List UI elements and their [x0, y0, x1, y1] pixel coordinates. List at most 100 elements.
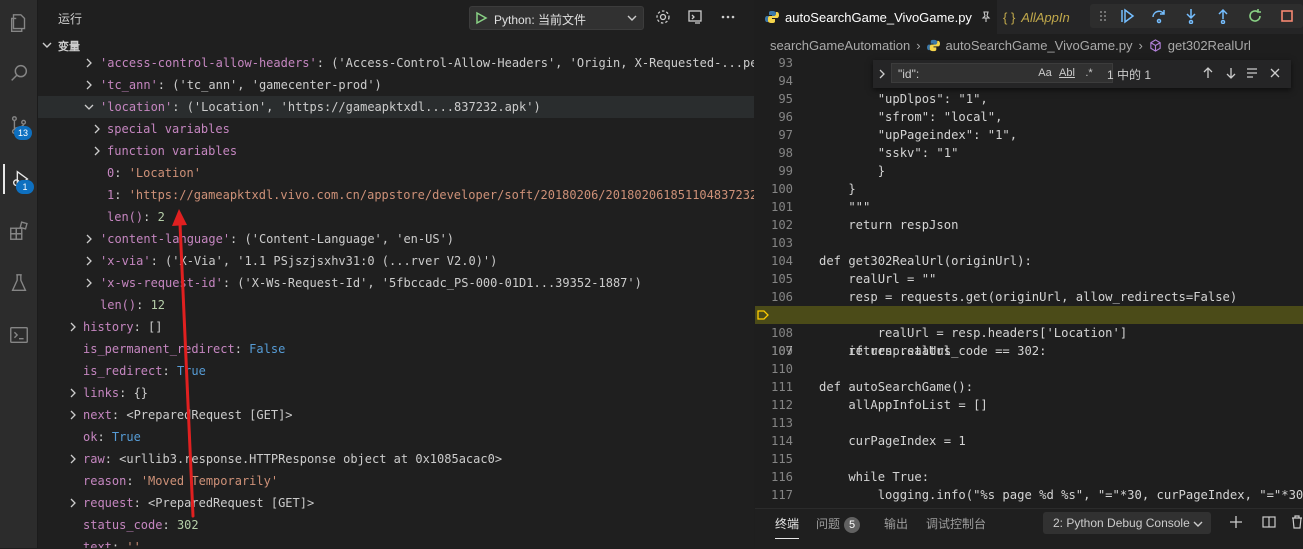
- variable-row[interactable]: 1: 'https://gameapktxdl.vivo.com.cn/apps…: [38, 184, 754, 206]
- extensions-icon[interactable]: [3, 216, 34, 246]
- close-icon[interactable]: [1269, 67, 1281, 79]
- variable-row[interactable]: request: <PreparedRequest [GET]>: [38, 492, 754, 514]
- start-debugging-icon[interactable]: [474, 11, 488, 25]
- tab-problems[interactable]: 问题 5: [816, 515, 861, 533]
- variable-row[interactable]: special variables: [38, 118, 754, 140]
- find-in-selection-icon[interactable]: [1245, 66, 1259, 80]
- tab-active-label: autoSearchGame_VivoGame.py: [785, 9, 972, 25]
- variable-row[interactable]: ok: True: [38, 426, 754, 448]
- variable-row[interactable]: history: []: [38, 316, 754, 338]
- run-header: 运行 Python: 当前文件: [38, 0, 754, 34]
- chevron-right-icon: [70, 388, 76, 398]
- tab-terminal[interactable]: 终端: [775, 515, 800, 539]
- more-actions-icon[interactable]: [719, 8, 737, 26]
- chevron-right-icon: [70, 410, 76, 420]
- editor-area: autoSearchGame_VivoGame.py { } AllAppIn …: [755, 0, 1303, 549]
- pin-icon[interactable]: [980, 11, 992, 23]
- arrow-up-icon[interactable]: [1201, 66, 1215, 80]
- regex-icon[interactable]: .*: [1081, 65, 1097, 81]
- run-debug-icon[interactable]: 1: [3, 164, 36, 194]
- restart-icon[interactable]: [1246, 7, 1264, 25]
- code-line: 103: [770, 236, 793, 250]
- arrow-down-icon[interactable]: [1224, 66, 1238, 80]
- variable-row[interactable]: 0: 'Location': [38, 162, 754, 184]
- chevron-right-icon: [86, 58, 92, 68]
- activity-bar: 13 1: [0, 0, 38, 548]
- tab-output[interactable]: 输出: [884, 515, 908, 532]
- code-line: 101 """: [770, 200, 871, 214]
- variable-row[interactable]: 'x-via': ('X-Via', '1.1 PSjszjsxhv31:0 (…: [38, 250, 754, 272]
- code-line: 109 return realUrl: [770, 344, 952, 358]
- breadcrumb-symbol[interactable]: get302RealUrl: [1168, 38, 1251, 53]
- variable-row[interactable]: text: '': [38, 536, 754, 548]
- continue-icon[interactable]: [1118, 7, 1136, 25]
- explorer-icon[interactable]: [3, 8, 34, 38]
- variable-row[interactable]: 'x-ws-request-id': ('X-Ws-Request-Id', '…: [38, 272, 754, 294]
- variable-row[interactable]: len(): 2: [38, 206, 754, 228]
- testing-flask-icon[interactable]: [3, 268, 34, 298]
- debug-console-icon[interactable]: [686, 8, 704, 26]
- variable-row[interactable]: raw: <urllib3.response.HTTPResponse obje…: [38, 448, 754, 470]
- find-input[interactable]: "id":: [891, 63, 1113, 83]
- terminal-select-label: 2: Python Debug Console: [1053, 516, 1190, 530]
- variable-row[interactable]: function variables: [38, 140, 754, 162]
- match-word-icon[interactable]: Abl: [1059, 65, 1075, 81]
- terminal-icon[interactable]: [3, 320, 34, 350]
- variable-row[interactable]: reason: 'Moved Temporarily': [38, 470, 754, 492]
- variable-row[interactable]: next: <PreparedRequest [GET]>: [38, 404, 754, 426]
- tab-json-file[interactable]: { } AllAppIn: [1003, 0, 1070, 34]
- variable-row[interactable]: 'access-control-allow-headers': ('Access…: [38, 52, 754, 74]
- breadcrumb-file[interactable]: autoSearchGame_VivoGame.py: [946, 38, 1133, 53]
- breadcrumb-folder[interactable]: searchGameAutomation: [770, 38, 910, 53]
- trash-icon[interactable]: [1291, 515, 1303, 529]
- variable-row[interactable]: status_code: 302: [38, 514, 754, 536]
- chevron-right-icon: [86, 278, 92, 288]
- code-line: 98 "sskv": "1": [778, 146, 959, 160]
- search-icon[interactable]: [3, 58, 34, 88]
- code-line: 97 "upPageindex": "1",: [778, 128, 1018, 142]
- variable-row[interactable]: links: {}: [38, 382, 754, 404]
- chevron-right-icon[interactable]: [877, 69, 887, 79]
- step-into-icon[interactable]: [1182, 7, 1200, 25]
- code-line: 96 "sfrom": "local",: [778, 110, 1003, 124]
- code-line: 115: [770, 452, 793, 466]
- variable-row[interactable]: 'content-language': ('Content-Language',…: [38, 228, 754, 250]
- code-line: 117 logging.info("%s page %d %s", "="*30…: [770, 488, 1303, 502]
- chevron-right-icon: [86, 80, 92, 90]
- terminal-select[interactable]: 2: Python Debug Console: [1043, 512, 1211, 534]
- stop-icon[interactable]: [1278, 7, 1296, 25]
- step-over-icon[interactable]: [1150, 7, 1168, 25]
- problems-badge: 5: [844, 517, 861, 533]
- drag-handle-icon[interactable]: [1094, 7, 1112, 25]
- python-file-icon: [765, 11, 779, 23]
- scm-badge: 13: [14, 126, 32, 140]
- source-control-icon[interactable]: 13: [3, 110, 34, 140]
- split-terminal-icon[interactable]: [1262, 515, 1276, 529]
- method-cube-icon: [1150, 39, 1161, 52]
- code-line: 102 return respJson: [770, 218, 959, 232]
- code-line: 110: [770, 362, 793, 376]
- match-case-icon[interactable]: Aa: [1037, 65, 1053, 81]
- variable-row[interactable]: is_redirect: True: [38, 360, 754, 382]
- chevron-right-icon: [94, 146, 100, 156]
- breakpoint-stopped-icon[interactable]: [757, 309, 769, 321]
- run-debug-sidebar: 运行 Python: 当前文件 变量 'access-control-allow…: [38, 0, 754, 548]
- debug-config-select[interactable]: Python: 当前文件: [469, 6, 644, 30]
- code-line: 99 }: [778, 164, 886, 178]
- code-view[interactable]: 93 94 95 "upDlpos": "1", 96 "sfrom": "lo…: [755, 54, 1303, 508]
- tab-json-label: AllAppIn: [1021, 9, 1070, 25]
- variable-row[interactable]: len(): 12: [38, 294, 754, 316]
- variable-row-location[interactable]: 'location': ('Location', 'https://gameap…: [38, 96, 754, 118]
- debug-config-label: Python: 当前文件: [494, 13, 587, 27]
- tab-active-file[interactable]: autoSearchGame_VivoGame.py: [755, 0, 997, 34]
- step-out-icon[interactable]: [1214, 7, 1232, 25]
- tab-debug-console[interactable]: 调试控制台: [926, 515, 986, 532]
- code-line: 104 def get302RealUrl(originUrl):: [770, 254, 1032, 268]
- variable-row[interactable]: is_permanent_redirect: False: [38, 338, 754, 360]
- debug-toolbar: [1090, 4, 1303, 28]
- chevron-down-icon: [627, 15, 637, 21]
- variable-row[interactable]: 'tc_ann': ('tc_ann', 'gamecenter-prod'): [38, 74, 754, 96]
- plus-icon[interactable]: [1229, 515, 1243, 529]
- code-line: 114 curPageIndex = 1: [770, 434, 966, 448]
- gear-icon[interactable]: [654, 8, 672, 26]
